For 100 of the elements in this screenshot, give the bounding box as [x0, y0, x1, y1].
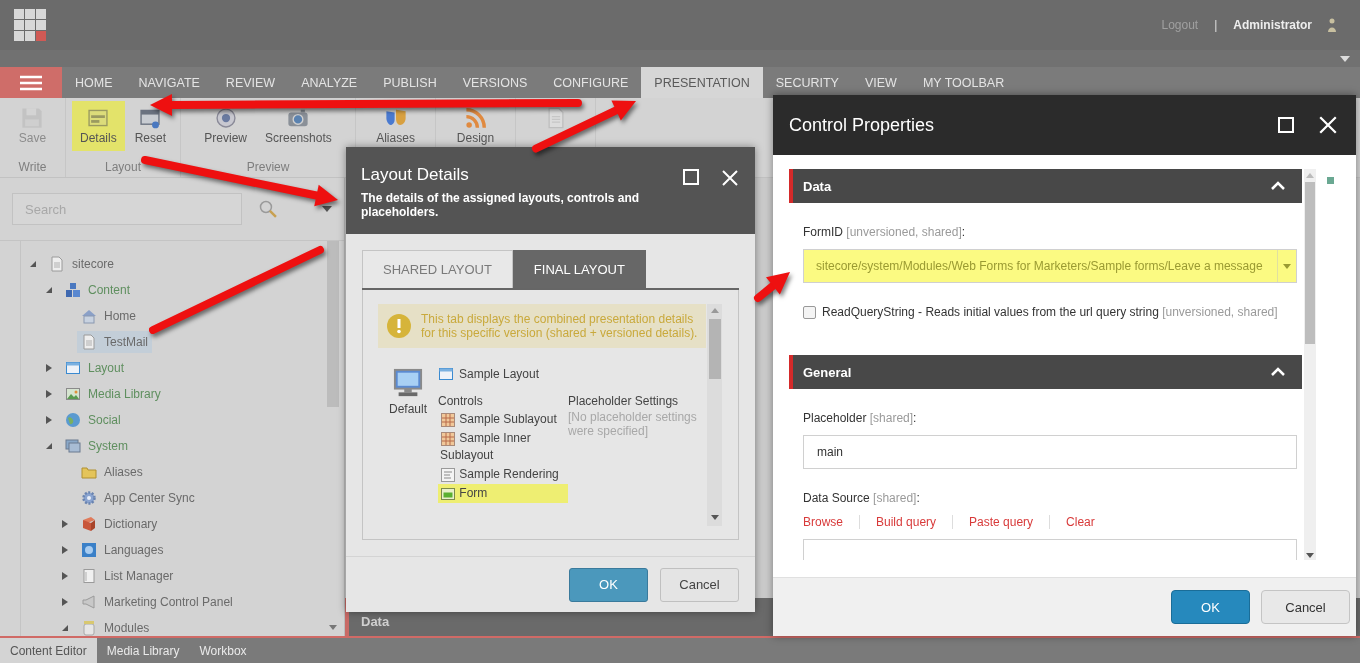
checkbox[interactable] — [803, 305, 816, 319]
tree-item[interactable]: Dictionary — [77, 513, 162, 535]
expand-toggle[interactable] — [45, 390, 53, 398]
scroll-down-icon[interactable] — [1306, 553, 1314, 558]
ribbon-tab[interactable]: SECURITY — [762, 67, 852, 98]
scroll-thumb[interactable] — [1305, 182, 1315, 344]
page-icon — [49, 256, 65, 272]
house-icon — [81, 308, 97, 324]
maximize-icon[interactable] — [1278, 117, 1294, 133]
dialog-tab[interactable]: SHARED LAYOUT — [362, 250, 513, 288]
ribbon-tab[interactable]: VERSIONS — [449, 67, 541, 98]
book-icon — [81, 516, 97, 532]
tree-item[interactable]: Marketing Control Panel — [77, 591, 237, 613]
bottom-tab[interactable]: Content Editor — [0, 638, 97, 663]
cancel-button[interactable]: Cancel — [1261, 590, 1350, 624]
expand-toggle[interactable] — [45, 364, 53, 372]
link[interactable]: Paste query — [969, 515, 1034, 529]
expand-toggle[interactable] — [61, 572, 69, 580]
ribbon-tab[interactable]: CONFIGURE — [540, 67, 642, 98]
ribbon-button[interactable]: Preview — [196, 101, 256, 145]
ok-button[interactable]: OK — [569, 567, 648, 602]
ribbon-tab[interactable]: REVIEW — [212, 67, 289, 98]
expand-toggle[interactable] — [29, 260, 37, 268]
tree-item[interactable]: Social — [61, 409, 125, 431]
device-name: Default — [389, 402, 427, 416]
tree-item[interactable]: TestMail — [77, 331, 152, 353]
group-label: Preview — [245, 160, 291, 176]
dialog-tab[interactable]: FINAL LAYOUT — [512, 250, 646, 288]
menu-button[interactable] — [0, 67, 62, 98]
tree-item[interactable]: System — [61, 435, 132, 457]
scroll-thumb[interactable] — [326, 241, 339, 407]
ribbon-button[interactable]: Design — [448, 101, 503, 145]
layout-name[interactable]: Sample Layout — [459, 367, 540, 381]
section-heading: Controls — [438, 394, 484, 408]
ribbon-button[interactable]: Aliases — [368, 101, 423, 145]
window-icon — [438, 366, 454, 382]
link[interactable]: Build query — [876, 515, 937, 529]
app-logo[interactable] — [14, 9, 46, 41]
tree-item[interactable]: Aliases — [77, 461, 147, 483]
user-icon — [1328, 18, 1336, 32]
scrollbar[interactable] — [1304, 169, 1316, 560]
warning-icon — [387, 314, 411, 338]
scroll-down-icon[interactable] — [328, 625, 337, 630]
dialog-title: Control Properties — [789, 114, 936, 136]
bottom-tab[interactable]: Media Library — [96, 638, 190, 663]
tree-item[interactable]: sitecore — [45, 253, 119, 275]
control-item[interactable]: Sample Inner Sublayout — [438, 429, 568, 465]
dropdown-field[interactable]: sitecore/system/Modules/Web Forms for Marketers/Sample forms/Leave a message — [803, 249, 1297, 283]
rendering-icon — [440, 466, 456, 483]
ribbon-tab[interactable]: HOME — [62, 67, 126, 98]
ribbon-tab[interactable]: ANALYZE — [288, 67, 371, 98]
tree-item[interactable]: App Center Sync — [77, 487, 199, 509]
expand-toggle[interactable] — [61, 624, 69, 632]
tree-item[interactable]: Media Library — [61, 383, 165, 405]
input-field[interactable]: main — [803, 435, 1297, 469]
ribbon-button[interactable]: Screenshots — [257, 101, 340, 145]
cancel-button[interactable]: Cancel — [660, 567, 739, 602]
separator: | — [1214, 18, 1218, 32]
link[interactable]: Clear — [1066, 515, 1095, 529]
tree-item[interactable]: Home — [77, 305, 140, 327]
tree-item[interactable]: Layout — [61, 357, 129, 379]
ribbon-tab[interactable]: MY TOOLBAR — [909, 67, 1018, 98]
expand-toggle[interactable] — [45, 286, 53, 294]
scroll-thumb[interactable] — [708, 319, 721, 379]
ribbon-button[interactable]: Details — [72, 101, 125, 151]
field-label: FormID [unversioned, shared]: — [803, 225, 967, 239]
collapse-toggle[interactable] — [1271, 181, 1285, 191]
expand-toggle[interactable] — [45, 416, 53, 424]
control-item[interactable]: Sample Rendering — [438, 465, 568, 484]
scroll-down-icon[interactable] — [710, 515, 719, 520]
expand-toggle[interactable] — [61, 598, 69, 606]
expand-toggle[interactable] — [45, 442, 53, 450]
cubes-icon — [65, 282, 81, 298]
section-header[interactable]: Data — [789, 169, 1302, 203]
scrollbar[interactable] — [707, 304, 722, 526]
ribbon-tab[interactable]: PUBLISH — [370, 67, 450, 98]
section-heading: Placeholder Settings — [568, 394, 680, 408]
control-item[interactable]: Sample Sublayout — [438, 410, 568, 429]
section-header[interactable]: General — [789, 355, 1302, 389]
expand-toggle[interactable] — [61, 546, 69, 554]
megaphone-icon — [81, 594, 97, 610]
dropdown-icon[interactable] — [1340, 55, 1350, 62]
menu-icon — [20, 74, 42, 91]
field-label: Data Source [shared]: — [803, 491, 921, 505]
control-item[interactable]: Form — [438, 484, 568, 503]
close-icon[interactable] — [1318, 115, 1338, 135]
link[interactable]: Browse — [803, 515, 843, 529]
tree-item[interactable]: Languages — [77, 539, 168, 561]
collapse-toggle[interactable] — [1271, 367, 1285, 377]
tree-item[interactable]: Content — [61, 279, 135, 301]
ribbon-tab[interactable]: PRESENTATION — [641, 67, 763, 98]
expand-toggle[interactable] — [61, 520, 69, 528]
tree-item[interactable]: Modules — [77, 617, 154, 636]
tree-item[interactable]: List Manager — [77, 565, 178, 587]
ribbon-tab[interactable]: NAVIGATE — [125, 67, 213, 98]
ok-button[interactable]: OK — [1171, 590, 1250, 624]
bottom-tab[interactable]: Workbox — [189, 638, 257, 663]
close-icon[interactable] — [721, 169, 739, 187]
maximize-icon[interactable] — [683, 169, 699, 185]
ribbon-tab[interactable]: VIEW — [851, 67, 910, 98]
